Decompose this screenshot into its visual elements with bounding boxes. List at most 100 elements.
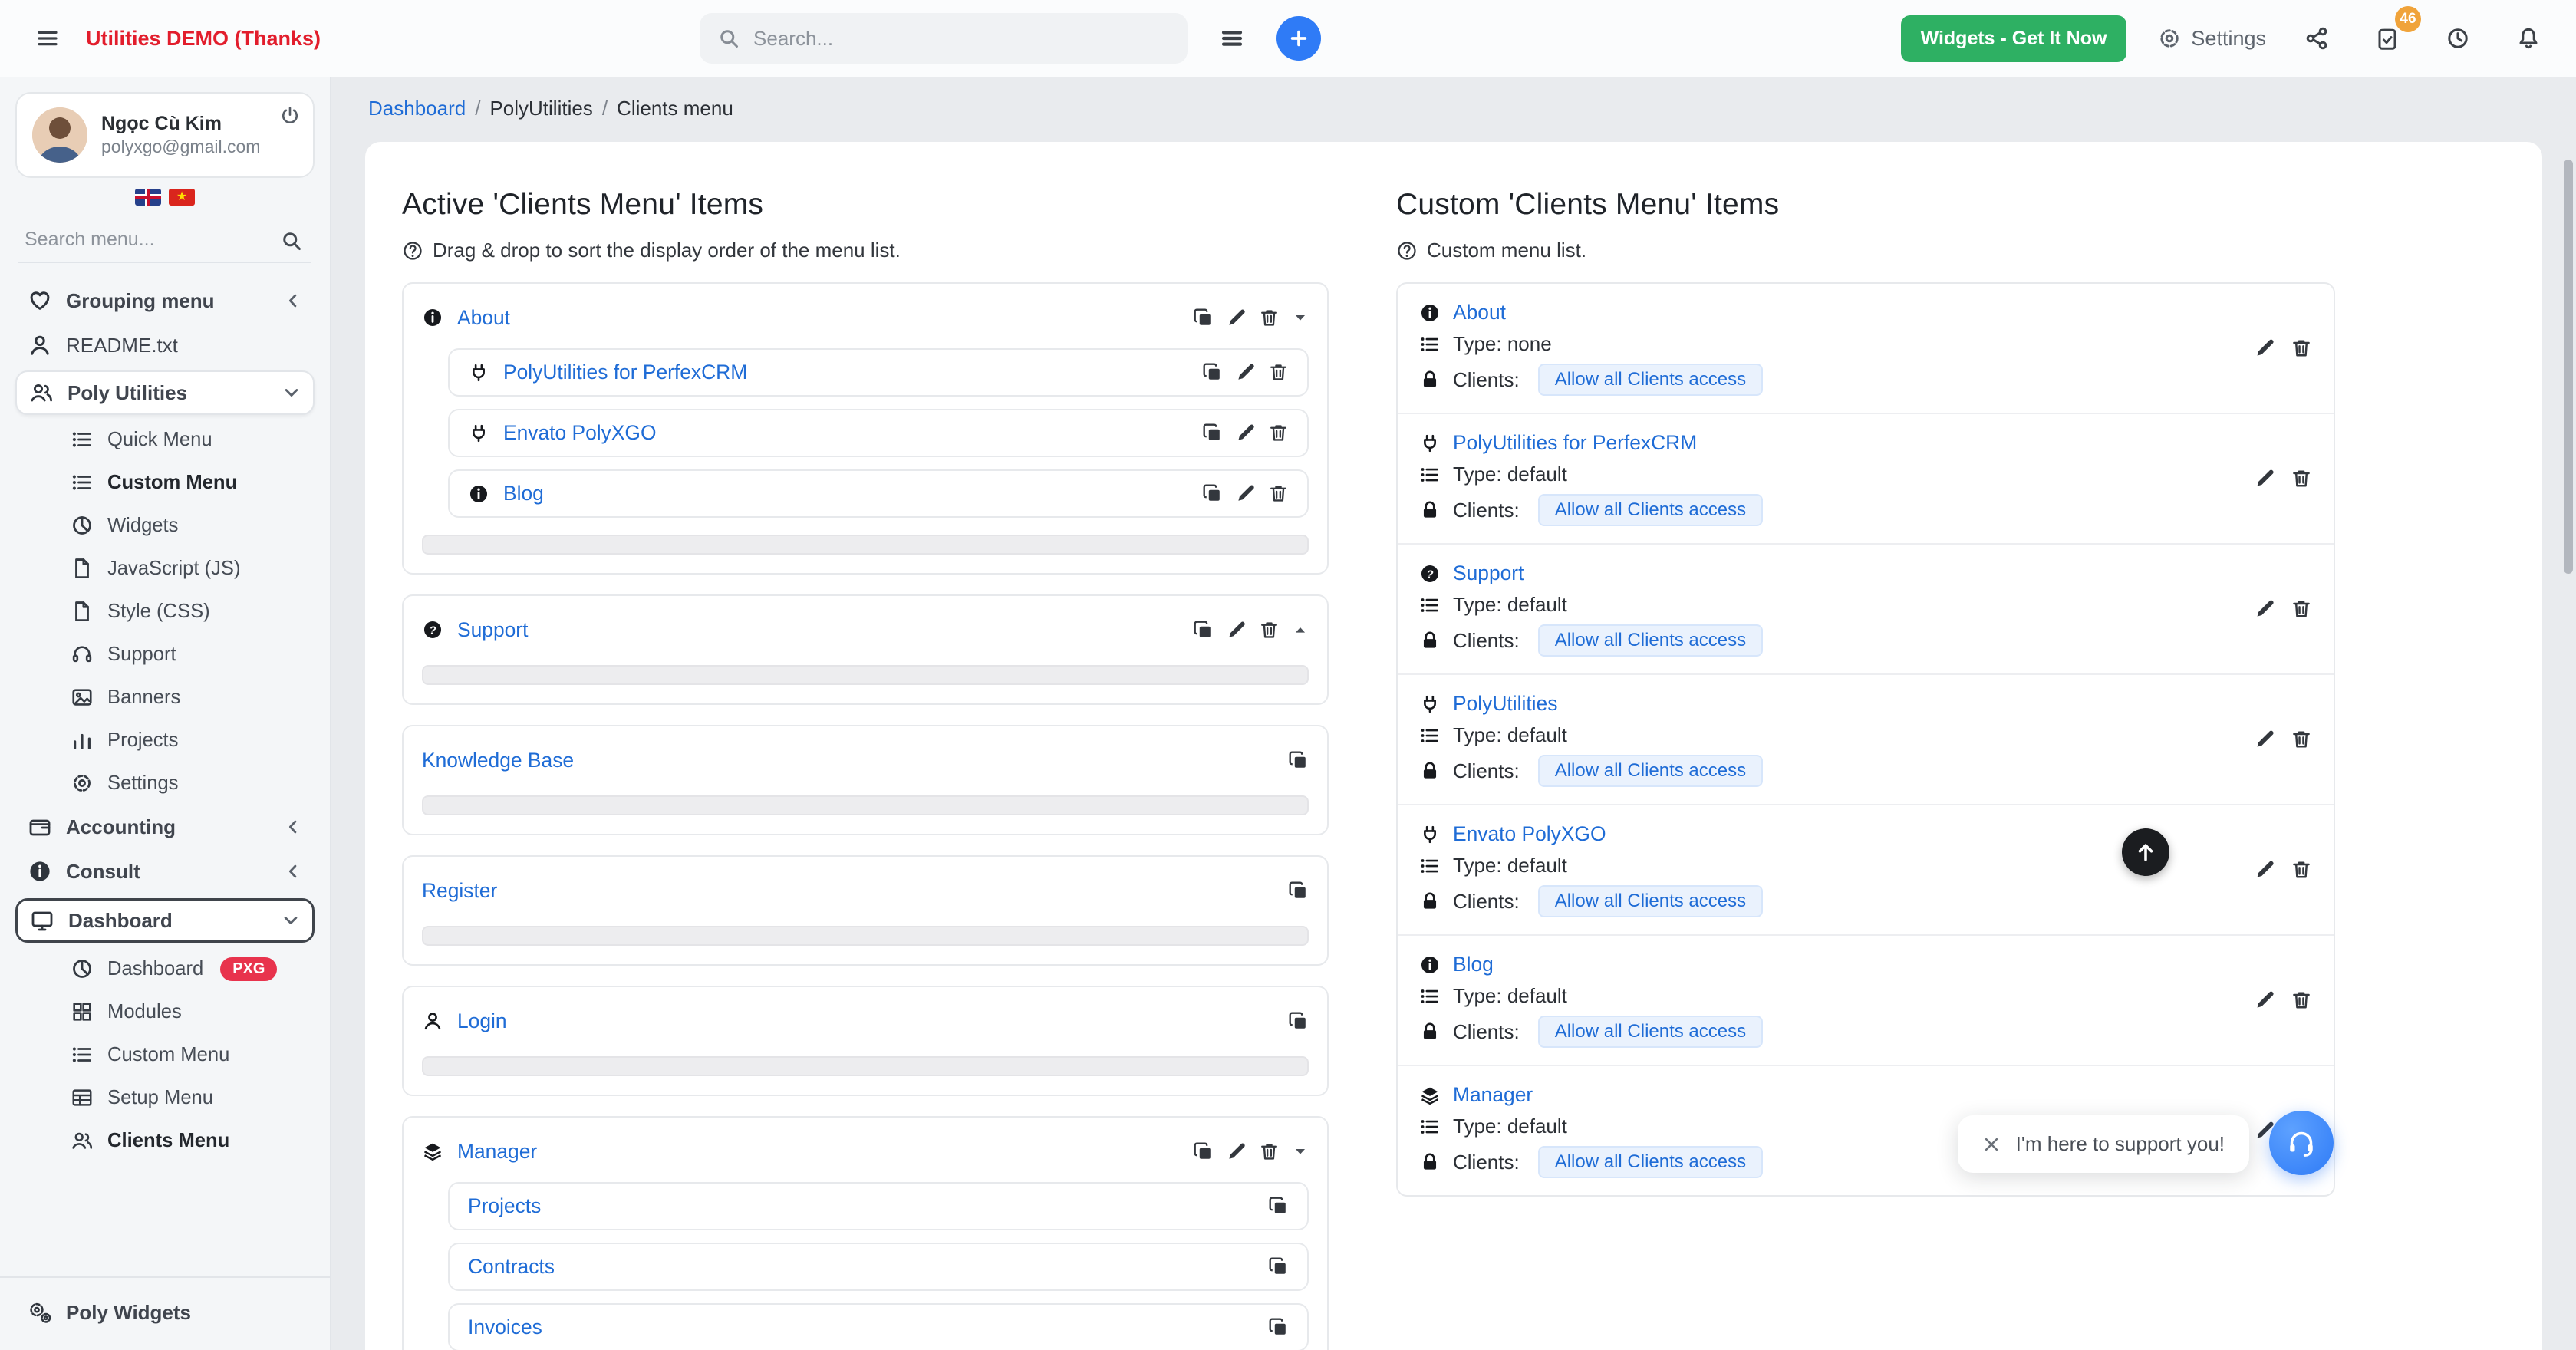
edit-icon[interactable] [2254,859,2275,881]
share-button[interactable] [2297,18,2337,58]
delete-icon[interactable] [2291,338,2312,359]
menu-subitem[interactable]: Envato PolyXGO [448,409,1309,457]
menu-group-header[interactable]: Knowledge Base [422,742,1309,779]
duplicate-icon[interactable] [1268,1256,1289,1277]
menu-item-link[interactable]: Knowledge Base [422,749,574,772]
menu-subitem[interactable]: Projects [448,1182,1309,1230]
caret-down-icon[interactable] [1292,309,1309,326]
breadcrumb-dashboard-link[interactable]: Dashboard [368,97,466,120]
chat-launcher-button[interactable] [2269,1111,2334,1175]
flag-vn-icon[interactable]: ★ [169,189,195,206]
sidebar-item-consult[interactable]: Consult [15,849,315,894]
menu-subitem[interactable]: PolyUtilities for PerfexCRM [448,348,1309,397]
menu-item-link[interactable]: Envato PolyXGO [503,421,657,445]
menu-item-link[interactable]: Register [422,879,497,903]
custom-item-link[interactable]: PolyUtilities for PerfexCRM [1453,431,1697,455]
menu-group-header[interactable]: Manager [422,1133,1309,1170]
menu-search-input[interactable] [18,218,311,262]
delete-icon[interactable] [1259,1141,1280,1162]
sidebar-item-poly-utilities[interactable]: Poly Utilities [15,370,315,415]
edit-icon[interactable] [1226,620,1247,640]
duplicate-icon[interactable] [1202,483,1223,504]
menu-subitem[interactable]: Invoices [448,1303,1309,1350]
duplicate-icon[interactable] [1288,1011,1309,1032]
delete-icon[interactable] [2291,729,2312,750]
sidebar-item-dashboard-sub[interactable]: Dashboard PXG [15,947,315,990]
sidebar-item-modules[interactable]: Modules [15,990,315,1033]
sidebar-item-accounting[interactable]: Accounting [15,805,315,849]
notifications-button[interactable] [2508,18,2548,58]
clients-access-button[interactable]: Allow all Clients access [1538,1016,1763,1048]
sidebar-item-quick-menu[interactable]: Quick Menu [15,418,315,461]
tasks-button[interactable]: 46 [2367,18,2407,58]
delete-icon[interactable] [1268,423,1289,443]
duplicate-icon[interactable] [1193,1141,1214,1162]
menu-item-link[interactable]: Invoices [468,1315,542,1339]
duplicate-icon[interactable] [1202,362,1223,383]
close-icon[interactable] [1982,1135,2001,1154]
scroll-to-top-button[interactable] [2122,828,2169,876]
menu-group-header[interactable]: About [422,299,1309,336]
menu-group-header[interactable]: Register [422,872,1309,909]
sidebar-item-custom-menu[interactable]: Custom Menu [15,461,315,504]
duplicate-icon[interactable] [1193,620,1214,640]
custom-item-link[interactable]: Blog [1453,953,1494,976]
sidebar-item-clients-menu[interactable]: Clients Menu [15,1119,315,1162]
custom-item-link[interactable]: PolyUtilities [1453,692,1557,716]
edit-icon[interactable] [1235,423,1256,443]
settings-link[interactable]: Settings [2157,26,2266,51]
menu-item-link[interactable]: About [457,306,510,330]
clients-access-button[interactable]: Allow all Clients access [1538,494,1763,526]
edit-icon[interactable] [2254,598,2275,620]
page-scrollbar[interactable] [2564,160,2573,574]
menu-item-link[interactable]: Manager [457,1140,537,1164]
widgets-cta-button[interactable]: Widgets - Get It Now [1901,15,2127,62]
caret-up-icon[interactable] [1292,621,1309,638]
edit-icon[interactable] [2254,468,2275,489]
menu-group-header[interactable]: ? Support [422,611,1309,648]
sidebar-item-dashboard[interactable]: Dashboard [15,898,315,943]
clients-access-button[interactable]: Allow all Clients access [1538,1146,1763,1178]
delete-icon[interactable] [1259,308,1280,328]
clients-access-button[interactable]: Allow all Clients access [1538,755,1763,787]
quick-menu-button[interactable] [1212,18,1252,58]
delete-icon[interactable] [1259,620,1280,640]
sidebar-item-setup-menu[interactable]: Setup Menu [15,1076,315,1119]
sidebar-item-settings[interactable]: Settings [15,762,315,805]
menu-group-header[interactable]: Login [422,1003,1309,1039]
sidebar-item-javascript[interactable]: JavaScript (JS) [15,547,315,590]
clients-access-button[interactable]: Allow all Clients access [1538,885,1763,917]
delete-icon[interactable] [2291,989,2312,1011]
sidebar-item-poly-widgets[interactable]: Poly Widgets [15,1290,315,1335]
flag-uk-icon[interactable] [135,189,161,206]
duplicate-icon[interactable] [1202,423,1223,443]
edit-icon[interactable] [1226,1141,1247,1162]
menu-search[interactable] [18,218,311,263]
duplicate-icon[interactable] [1268,1317,1289,1338]
custom-item-link[interactable]: Envato PolyXGO [1453,822,1606,846]
menu-item-link[interactable]: PolyUtilities for PerfexCRM [503,361,747,384]
menu-item-link[interactable]: Login [457,1009,507,1033]
custom-item-link[interactable]: Manager [1453,1083,1533,1107]
menu-item-link[interactable]: Projects [468,1194,541,1218]
clients-access-button[interactable]: Allow all Clients access [1538,364,1763,396]
sidebar-item-widgets[interactable]: Widgets [15,504,315,547]
delete-icon[interactable] [2291,468,2312,489]
delete-icon[interactable] [2291,598,2312,620]
sidebar-item-style-css[interactable]: Style (CSS) [15,590,315,633]
edit-icon[interactable] [2254,338,2275,359]
edit-icon[interactable] [2254,989,2275,1011]
caret-down-icon[interactable] [1292,1143,1309,1160]
edit-icon[interactable] [2254,729,2275,750]
sidebar-item-banners[interactable]: Banners [15,676,315,719]
duplicate-icon[interactable] [1288,750,1309,771]
global-search-input[interactable] [753,27,1169,51]
sidebar-toggle-button[interactable] [28,18,68,58]
sidebar-item-projects[interactable]: Projects [15,719,315,762]
logout-button[interactable] [279,104,301,126]
menu-subitem[interactable]: Contracts [448,1243,1309,1291]
menu-item-link[interactable]: Blog [503,482,544,505]
menu-item-link[interactable]: Support [457,618,528,642]
custom-item-link[interactable]: About [1453,301,1506,324]
edit-icon[interactable] [1235,483,1256,504]
